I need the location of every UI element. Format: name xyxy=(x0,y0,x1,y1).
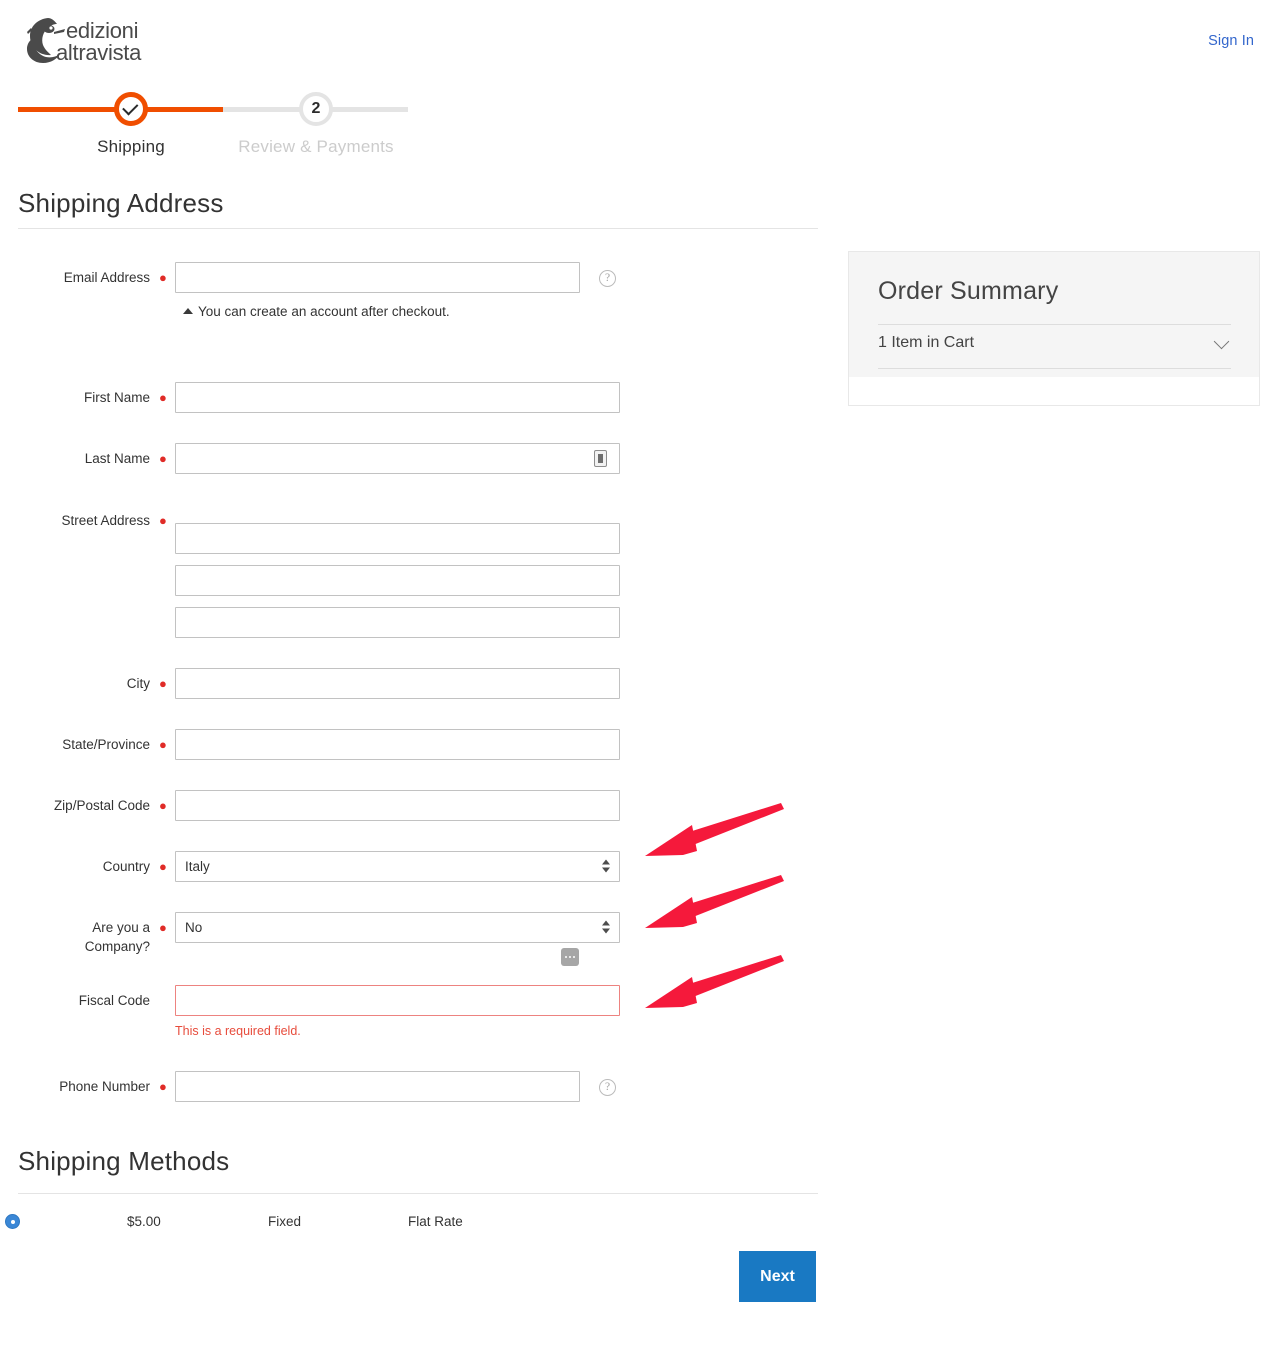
shipping-method-type: Fixed xyxy=(268,1214,302,1229)
country-select-value: Italy xyxy=(185,859,210,874)
city-input[interactable] xyxy=(175,668,620,699)
shipping-method-carrier: Flat Rate xyxy=(408,1214,463,1229)
country-required-marker: ● xyxy=(159,859,167,874)
svg-text:altravista: altravista xyxy=(56,40,142,65)
street-address-input-1[interactable] xyxy=(175,523,620,554)
street-address-required-marker: ● xyxy=(159,513,167,528)
annotation-arrow-fiscal-code xyxy=(645,955,784,1008)
shipping-method-radio[interactable] xyxy=(5,1214,20,1229)
cart-items-count-label: 1 Item in Cart xyxy=(878,334,975,351)
last-name-label: Last Name xyxy=(84,451,150,466)
annotation-arrow-company xyxy=(645,875,784,928)
fiscal-code-label: Fiscal Code xyxy=(78,993,150,1008)
zip-postal-code-required-marker: ● xyxy=(159,798,167,813)
email-required-marker: ● xyxy=(159,270,167,285)
step-number: 2 xyxy=(311,100,321,117)
fiscal-code-error-message: This is a required field. xyxy=(175,1024,301,1038)
company-required-marker: ● xyxy=(159,920,167,935)
progress-step-review-payments[interactable]: 2 Review & Payments xyxy=(231,92,401,157)
check-icon xyxy=(122,98,139,116)
annotation-arrow-country xyxy=(645,803,784,856)
email-address-label: Email Address xyxy=(63,270,150,285)
company-label: Are you a Company? xyxy=(0,918,150,956)
street-address-input-3[interactable] xyxy=(175,607,620,638)
next-button[interactable]: Next xyxy=(739,1251,816,1302)
last-name-input[interactable] xyxy=(175,443,620,474)
progress-step-review-payments-label: Review & Payments xyxy=(238,137,394,156)
country-select[interactable]: Italy xyxy=(175,851,620,882)
phone-number-input[interactable] xyxy=(175,1071,580,1102)
phone-help-icon[interactable]: ? xyxy=(599,1079,616,1096)
company-label-line-1: Are you a xyxy=(92,920,150,935)
street-address-input-2[interactable] xyxy=(175,565,620,596)
progress-step-shipping[interactable]: Shipping xyxy=(46,92,216,157)
phone-number-required-marker: ● xyxy=(159,1079,167,1094)
phone-number-label: Phone Number xyxy=(59,1079,150,1094)
zip-postal-code-label: Zip/Postal Code xyxy=(53,798,150,813)
site-logo[interactable]: edizioni altravista xyxy=(18,10,168,72)
order-summary-divider-bottom xyxy=(878,368,1231,369)
fiscal-code-input[interactable] xyxy=(175,985,620,1016)
step-marker-shipping xyxy=(114,92,148,126)
state-province-required-marker: ● xyxy=(159,737,167,752)
page-header: edizioni altravista Sign In xyxy=(0,0,1280,86)
sign-in-link[interactable]: Sign In xyxy=(1208,33,1254,49)
shipping-method-price: $5.00 xyxy=(127,1214,161,1229)
city-required-marker: ● xyxy=(159,676,167,691)
state-province-input[interactable] xyxy=(175,729,620,760)
step-marker-review-payments: 2 xyxy=(299,92,333,126)
order-summary-panel: Order Summary 1 Item in Cart xyxy=(848,251,1260,406)
first-name-label: First Name xyxy=(83,390,150,405)
autofill-dots-icon[interactable] xyxy=(561,948,579,966)
email-address-input[interactable] xyxy=(175,262,580,293)
select-arrows-icon xyxy=(602,920,611,935)
note-caret-icon xyxy=(183,308,193,314)
select-arrows-icon xyxy=(602,859,611,874)
chevron-down-icon xyxy=(1213,333,1230,350)
company-label-line-2: Company? xyxy=(84,939,150,954)
city-label: City xyxy=(126,676,150,691)
last-name-required-marker: ● xyxy=(159,451,167,466)
email-help-icon[interactable]: ? xyxy=(599,270,616,287)
company-select-value: No xyxy=(185,920,203,935)
company-select[interactable]: No xyxy=(175,912,620,943)
order-summary-title: Order Summary xyxy=(878,277,1059,305)
checkout-progress-bar: Shipping 2 Review & Payments xyxy=(18,92,408,164)
cart-items-toggle[interactable]: 1 Item in Cart xyxy=(878,333,1231,368)
first-name-input[interactable] xyxy=(175,382,620,413)
first-name-required-marker: ● xyxy=(159,390,167,405)
country-label: Country xyxy=(102,859,150,874)
password-manager-icon[interactable] xyxy=(594,450,607,467)
state-province-label: State/Province xyxy=(62,737,150,752)
order-summary-divider-top xyxy=(878,324,1231,325)
shipping-methods-divider xyxy=(18,1193,818,1194)
street-address-label: Street Address xyxy=(61,513,150,528)
create-account-note: You can create an account after checkout… xyxy=(198,304,450,319)
zip-postal-code-input[interactable] xyxy=(175,790,620,821)
shipping-address-title: Shipping Address xyxy=(18,188,224,218)
shipping-address-divider xyxy=(18,228,818,229)
progress-step-shipping-label: Shipping xyxy=(97,137,165,156)
shipping-methods-title: Shipping Methods xyxy=(18,1146,230,1176)
